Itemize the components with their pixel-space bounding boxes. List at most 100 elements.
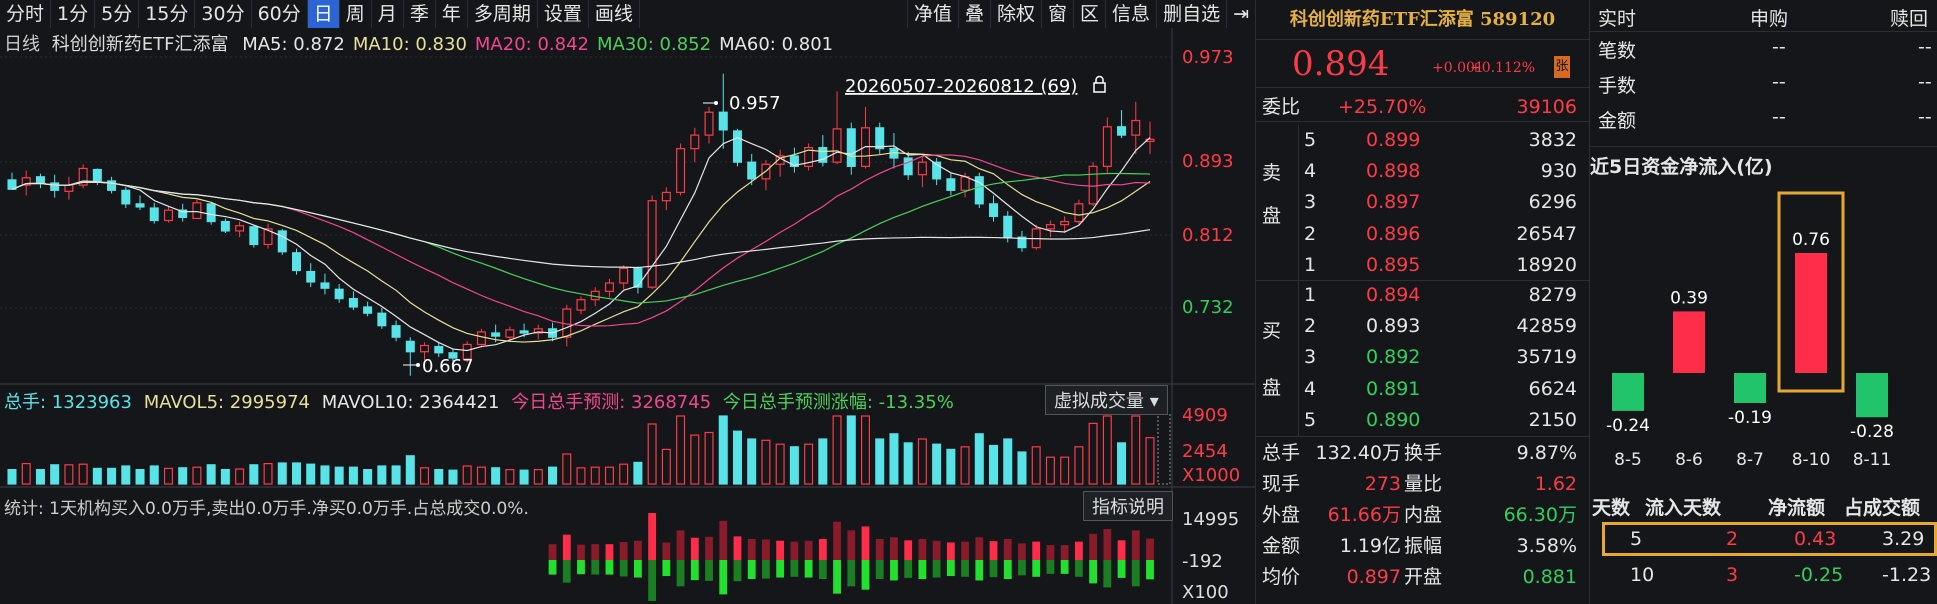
candle[interactable] (647, 195, 657, 290)
level-num: 3 (1304, 191, 1317, 214)
candle[interactable] (135, 195, 145, 211)
virtual-volume-dropdown[interactable]: 虚拟成交量 ▾ (1045, 385, 1168, 415)
candle[interactable] (1131, 101, 1141, 154)
candle[interactable] (604, 278, 614, 298)
candle[interactable] (676, 143, 686, 196)
candle[interactable] (192, 199, 202, 220)
sells-row[interactable]: 2 0.896 26547 (1256, 219, 1591, 249)
candle[interactable] (277, 228, 287, 255)
candle[interactable] (163, 205, 173, 223)
stat-bar-down (776, 560, 785, 578)
candle[interactable] (576, 296, 586, 315)
volume-bar (718, 415, 728, 485)
sells-row[interactable]: 5 0.899 3832 (1256, 125, 1591, 155)
side-head-1[interactable]: 申购 (1750, 4, 1788, 31)
buys-row[interactable]: 2 0.893 42859 (1256, 311, 1591, 341)
level-price: 0.895 (1366, 253, 1421, 276)
candle[interactable] (1088, 162, 1098, 206)
buys-row[interactable]: 4 0.891 6624 (1256, 374, 1591, 404)
candle[interactable] (348, 291, 358, 311)
stat-bar-down (1103, 560, 1112, 588)
candle[interactable] (306, 263, 316, 288)
candle[interactable] (732, 128, 742, 167)
candle[interactable] (78, 164, 88, 189)
candle[interactable] (178, 203, 188, 222)
stat-bar-down (1060, 560, 1069, 574)
volume-bar (1045, 456, 1055, 485)
candle[interactable] (718, 73, 728, 149)
level-volume: 35719 (1516, 346, 1577, 369)
stat-bar-down (705, 560, 713, 581)
lock-icon[interactable] (1093, 75, 1106, 93)
candle[interactable] (1102, 117, 1112, 173)
candle[interactable] (220, 218, 230, 234)
candle[interactable] (363, 301, 373, 317)
candle[interactable] (206, 201, 216, 225)
candle[interactable] (761, 160, 771, 191)
level-volume: 8279 (1528, 284, 1577, 306)
candle[interactable] (633, 266, 643, 294)
stat-bar-up (1003, 539, 1012, 560)
level-price: 0.899 (1366, 129, 1421, 151)
candle[interactable] (789, 147, 799, 173)
indicator-help-button[interactable]: 指标说明 (1083, 491, 1173, 521)
range-label[interactable]: 20260507-20260812 (69) (845, 76, 1077, 97)
candle[interactable] (860, 106, 871, 169)
candle[interactable] (562, 304, 572, 347)
candle[interactable] (1045, 220, 1055, 238)
candle[interactable] (846, 122, 856, 175)
candle[interactable] (903, 151, 913, 180)
candle[interactable] (704, 106, 714, 144)
candle[interactable] (320, 273, 330, 295)
candle[interactable] (1017, 230, 1027, 252)
candle[interactable] (107, 176, 117, 194)
volume-bar (761, 439, 771, 485)
candle[interactable] (989, 195, 999, 222)
sells-row[interactable]: 3 0.897 6296 (1256, 187, 1591, 217)
candle[interactable] (476, 328, 486, 348)
candle[interactable] (35, 173, 45, 189)
flow-value-label: 0.76 (1792, 230, 1830, 250)
candle[interactable] (377, 308, 387, 329)
candle[interactable] (946, 172, 956, 196)
candle[interactable] (50, 174, 60, 198)
candle[interactable] (405, 337, 415, 376)
candle[interactable] (391, 320, 401, 342)
candle[interactable] (875, 122, 885, 154)
candle[interactable] (619, 265, 629, 290)
candle[interactable] (661, 187, 671, 211)
buys-row[interactable]: 1 0.894 8279 (1256, 280, 1591, 310)
side-head-0[interactable]: 实时 (1598, 4, 1636, 31)
stat-bar-up (932, 540, 941, 560)
candle[interactable] (434, 342, 444, 357)
buys-row[interactable]: 5 0.890 2150 (1256, 405, 1591, 435)
candle[interactable] (1117, 110, 1127, 139)
candle[interactable] (690, 127, 700, 163)
candle[interactable] (64, 176, 74, 200)
candle[interactable] (249, 224, 259, 248)
candle[interactable] (1031, 224, 1041, 250)
candle[interactable] (121, 187, 131, 209)
sells-row[interactable]: 1 0.895 18920 (1256, 250, 1591, 280)
buy-side-label: 买盘 (1262, 320, 1282, 399)
candle[interactable] (334, 284, 344, 303)
sells-row[interactable]: 4 0.898 930 (1256, 156, 1591, 186)
candle[interactable] (7, 172, 17, 190)
candle[interactable] (804, 143, 814, 171)
stat-bar-up (662, 542, 671, 560)
candle[interactable] (974, 172, 984, 209)
candle[interactable] (263, 223, 273, 249)
chart-panel[interactable]: 分时 1分 5分 15分 30分 60分日周月季年多周期 设置 画线 净值叠除权窗区信息 删自选 ⇥… (0, 0, 1255, 604)
candle[interactable] (747, 153, 757, 186)
candle[interactable] (775, 149, 785, 177)
candle[interactable] (149, 202, 159, 224)
side-row-purchase: -- (1772, 106, 1786, 128)
candle[interactable] (291, 248, 302, 275)
level-price: 0.892 (1366, 346, 1421, 369)
candle[interactable] (1074, 199, 1084, 225)
buys-row[interactable]: 3 0.892 35719 (1256, 342, 1591, 372)
side-row-label: 金额 (1598, 110, 1637, 132)
candle[interactable] (889, 133, 899, 169)
side-head-2[interactable]: 赎回 (1890, 4, 1928, 31)
candle[interactable] (917, 155, 927, 188)
